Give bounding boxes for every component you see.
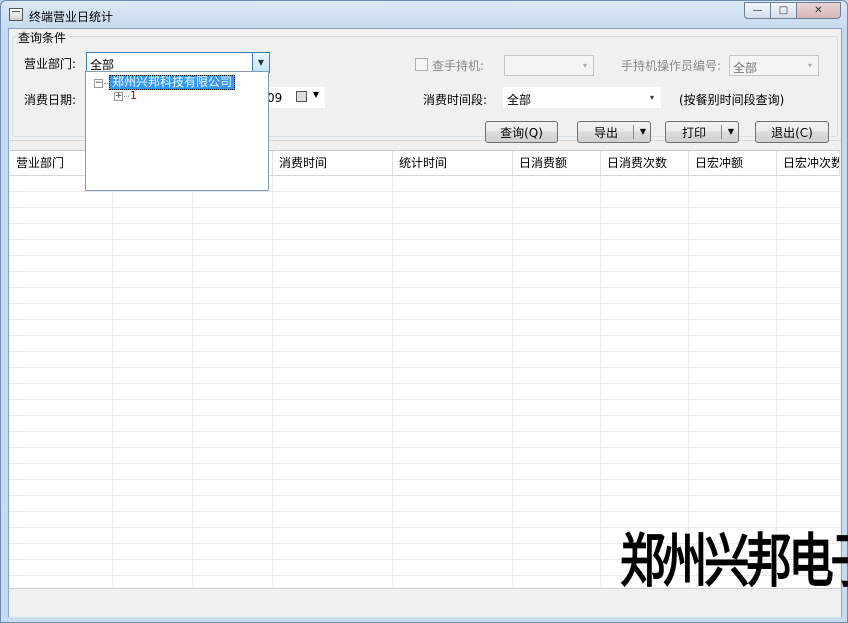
operator-combo[interactable]: 全部 ▾ bbox=[729, 55, 819, 76]
query-group-title: 查询条件 bbox=[16, 29, 69, 46]
column-header[interactable]: 消费时间 bbox=[273, 151, 393, 175]
maximize-icon: □ bbox=[778, 5, 789, 16]
dept-label: 营业部门: bbox=[24, 57, 77, 71]
date-value: 09 bbox=[267, 91, 283, 105]
query-button[interactable]: 查询(Q) bbox=[485, 121, 558, 143]
handheld-combo[interactable]: ▾ bbox=[504, 55, 594, 76]
watermark-text: 郑州兴邦电子 bbox=[620, 527, 848, 595]
tree-connector bbox=[124, 96, 129, 97]
export-button-label: 导出 bbox=[593, 125, 618, 140]
column-header[interactable]: 日宏冲额 bbox=[689, 151, 777, 175]
dept-dropdown-icon[interactable]: ▼ bbox=[252, 53, 269, 72]
app-icon bbox=[9, 8, 23, 21]
date-picker[interactable]: 09 ▼ bbox=[261, 87, 325, 108]
print-dropdown-icon[interactable]: ▼ bbox=[728, 127, 734, 136]
window-controls: — □ ✕ bbox=[744, 2, 841, 19]
column-header[interactable]: 日宏冲次数 bbox=[777, 151, 840, 175]
print-button[interactable]: 打印 ▼ bbox=[665, 121, 739, 143]
tree-node-root[interactable]: − 郑州兴邦科技有限公司 bbox=[94, 75, 264, 91]
minimize-button[interactable]: — bbox=[744, 2, 771, 19]
export-split bbox=[633, 125, 634, 139]
operator-label: 手持机操作员编号: bbox=[621, 59, 722, 73]
collapse-icon[interactable]: − bbox=[94, 79, 103, 88]
date-label: 消费日期: bbox=[24, 93, 77, 107]
print-split bbox=[721, 125, 722, 139]
operator-dropdown-icon[interactable]: ▾ bbox=[802, 56, 818, 75]
operator-value: 全部 bbox=[733, 61, 758, 75]
print-button-label: 打印 bbox=[681, 125, 706, 140]
period-combo[interactable]: 全部 ▾ bbox=[503, 87, 661, 108]
exit-button[interactable]: 退出(C) bbox=[755, 121, 829, 143]
grid-divider bbox=[272, 176, 273, 588]
query-button-label: 查询(Q) bbox=[500, 125, 543, 140]
export-button[interactable]: 导出 ▼ bbox=[577, 121, 651, 143]
title-bar[interactable]: 终端营业日统计 — □ ✕ bbox=[1, 1, 847, 29]
grid-divider bbox=[600, 176, 601, 588]
dept-tree-dropdown[interactable]: − 郑州兴邦科技有限公司 + 1 bbox=[85, 71, 269, 191]
handheld-label: 查手持机: bbox=[432, 59, 485, 73]
close-icon: ✕ bbox=[814, 5, 823, 16]
maximize-button[interactable]: □ bbox=[771, 2, 797, 19]
expand-icon[interactable]: + bbox=[114, 92, 123, 101]
minimize-icon: — bbox=[752, 5, 763, 16]
tree-node-child[interactable]: + 1 bbox=[114, 89, 174, 105]
calendar-icon[interactable] bbox=[296, 91, 307, 102]
handheld-dropdown-icon[interactable]: ▾ bbox=[577, 56, 593, 75]
period-label: 消费时间段: bbox=[423, 93, 488, 107]
close-button[interactable]: ✕ bbox=[797, 2, 841, 19]
grid-divider bbox=[392, 176, 393, 588]
column-header[interactable]: 日消费次数 bbox=[601, 151, 689, 175]
grid-divider bbox=[112, 176, 113, 588]
period-value: 全部 bbox=[507, 93, 532, 107]
grid-divider bbox=[512, 176, 513, 588]
period-hint: (按餐别时间段查询) bbox=[679, 93, 785, 107]
tree-node-root-label[interactable]: 郑州兴邦科技有限公司 bbox=[109, 75, 236, 90]
period-dropdown-icon[interactable]: ▾ bbox=[644, 88, 660, 107]
handheld-checkbox[interactable] bbox=[415, 58, 428, 71]
exit-button-label: 退出(C) bbox=[771, 125, 813, 140]
window-title: 终端营业日统计 bbox=[29, 10, 114, 24]
column-header[interactable]: 统计时间 bbox=[393, 151, 513, 175]
column-header[interactable]: 日消费额 bbox=[513, 151, 601, 175]
grid-divider bbox=[192, 176, 193, 588]
tree-node-child-label[interactable]: 1 bbox=[130, 89, 137, 102]
date-dropdown-icon[interactable]: ▼ bbox=[313, 90, 319, 99]
dept-combo[interactable]: 全部 ▼ bbox=[86, 52, 270, 73]
export-dropdown-icon[interactable]: ▼ bbox=[640, 127, 646, 136]
